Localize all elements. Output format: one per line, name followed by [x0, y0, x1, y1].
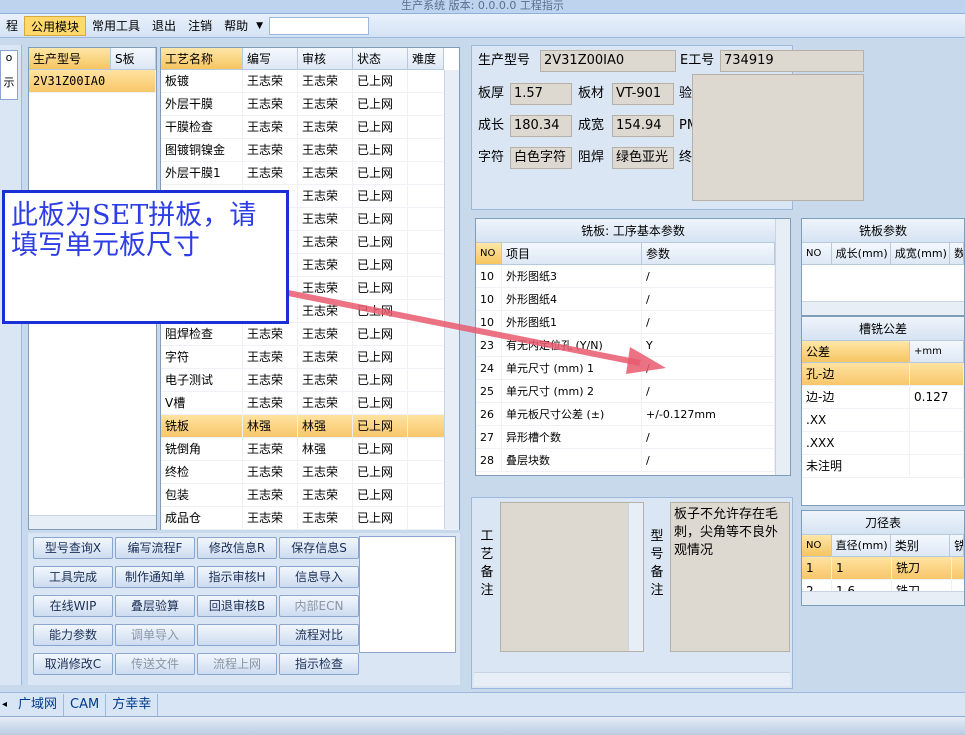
tab-cam[interactable]: CAM — [64, 693, 107, 716]
status-tabs: ◂ 广域网 CAM 方幸幸 — [0, 692, 965, 716]
tab-wan[interactable]: 广域网 — [12, 693, 65, 716]
taskbar — [0, 716, 965, 735]
callout-arrow — [237, 280, 666, 374]
chevron-left-icon[interactable]: ◂ — [0, 699, 12, 710]
callout-note: 此板为SET拼板，请填写单元板尺寸 — [2, 190, 289, 324]
tab-user[interactable]: 方幸幸 — [106, 693, 159, 716]
